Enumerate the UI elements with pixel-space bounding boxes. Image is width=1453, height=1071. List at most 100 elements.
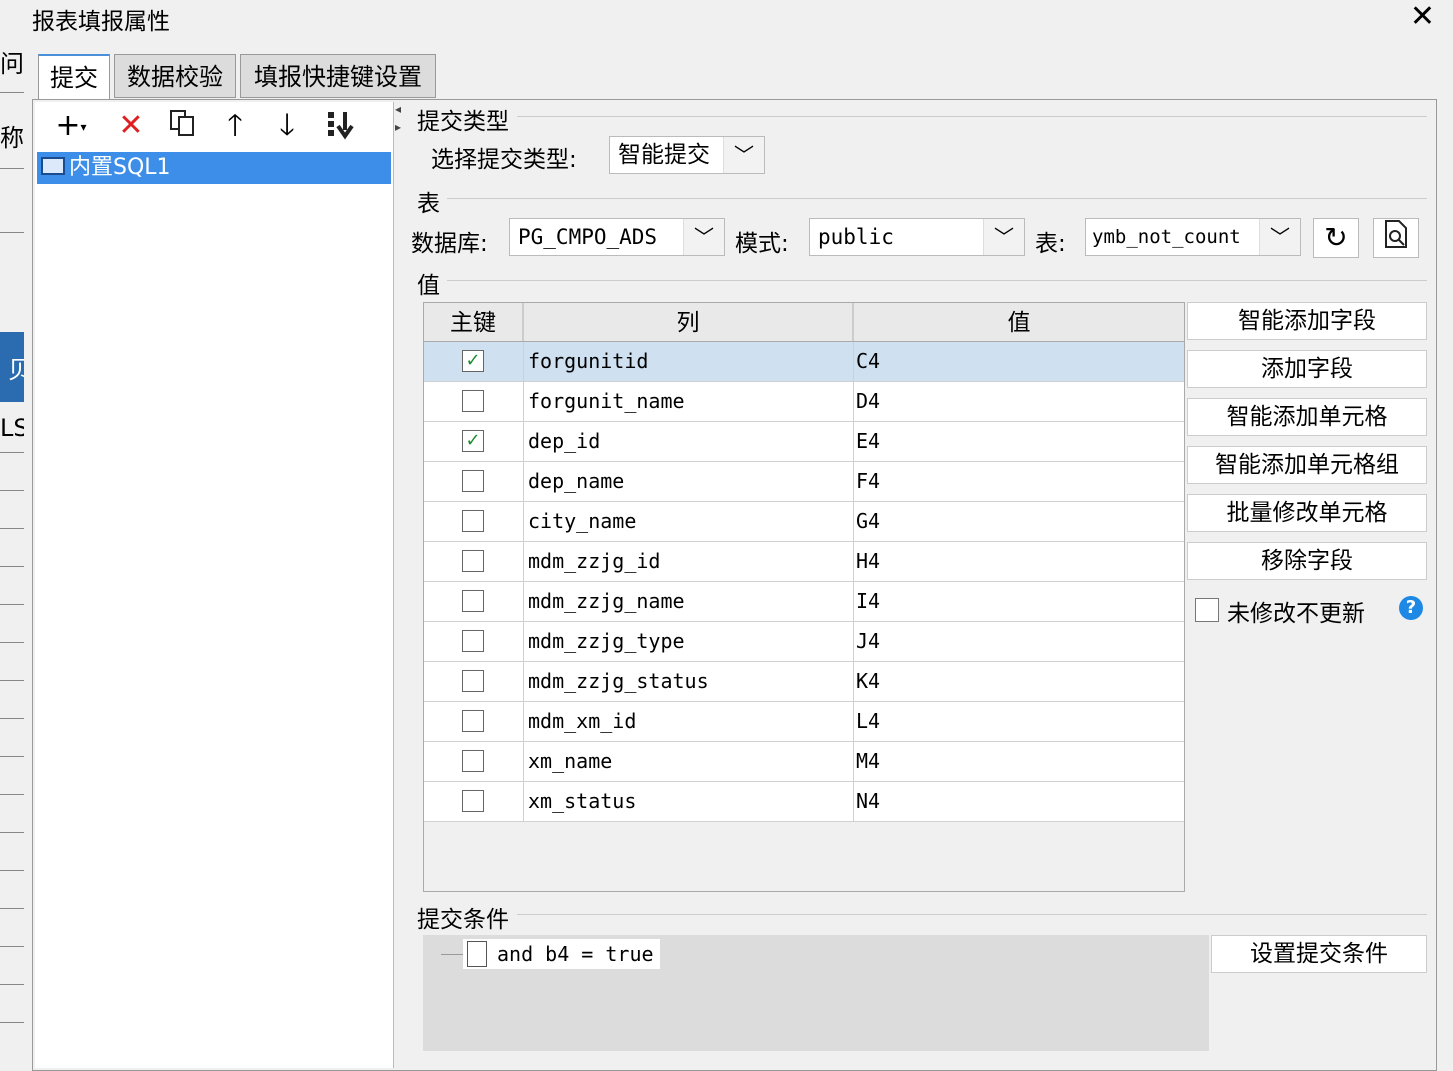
condition-text: and b4 = true — [497, 942, 654, 966]
value-cell[interactable]: C4 — [854, 342, 1184, 381]
primary-key-checkbox[interactable] — [462, 390, 484, 412]
bg-selected-cell: 贝 — [0, 332, 32, 402]
schema-select[interactable]: public ﹀ — [809, 218, 1025, 256]
table-row[interactable]: ✓ forgunitid C4 — [424, 342, 1184, 382]
move-down-icon[interactable]: 🡓 — [269, 108, 305, 144]
value-cell[interactable]: D4 — [854, 382, 1184, 421]
tab-submit[interactable]: 提交 — [38, 54, 110, 100]
primary-key-cell — [424, 742, 524, 781]
smart-add-cell-button[interactable]: 智能添加单元格 — [1187, 398, 1427, 436]
batch-modify-cells-button[interactable]: 批量修改单元格 — [1187, 494, 1427, 532]
preview-icon[interactable] — [1373, 218, 1419, 258]
value-cell[interactable]: J4 — [854, 622, 1184, 661]
remove-field-button[interactable]: 移除字段 — [1187, 542, 1427, 580]
dialog-title: 报表填报属性 — [32, 9, 170, 35]
pane-splitter[interactable]: ◂ ▸ — [395, 100, 405, 140]
primary-key-cell: ✓ — [424, 422, 524, 461]
tab-shortcut-settings[interactable]: 填报快捷键设置 — [240, 54, 436, 98]
value-cell[interactable]: E4 — [854, 422, 1184, 461]
schema-value: public — [818, 225, 894, 249]
column-header-primary-key[interactable]: 主键 — [424, 303, 524, 341]
primary-key-checkbox[interactable]: ✓ — [462, 430, 484, 452]
table-row[interactable]: ✓ dep_id E4 — [424, 422, 1184, 462]
delete-icon[interactable]: ✕ — [113, 108, 149, 144]
move-bottom-icon[interactable] — [323, 108, 359, 144]
value-cell[interactable]: L4 — [854, 702, 1184, 741]
primary-key-cell — [424, 782, 524, 821]
primary-key-checkbox[interactable] — [462, 710, 484, 732]
submit-type-select[interactable]: 智能提交 ﹀ — [609, 136, 765, 174]
submit-type-section-label: 提交类型 — [417, 109, 509, 135]
tree-item-builtin-sql1[interactable]: 内置SQL1 — [37, 152, 391, 184]
column-name-cell[interactable]: city_name — [524, 502, 854, 541]
table-row[interactable]: xm_status N4 — [424, 782, 1184, 822]
column-name-cell[interactable]: xm_status — [524, 782, 854, 821]
primary-key-checkbox[interactable] — [462, 510, 484, 532]
primary-key-checkbox[interactable] — [462, 790, 484, 812]
table-select[interactable]: ymb_not_count ﹀ — [1085, 218, 1301, 256]
table-row[interactable]: mdm_xm_id L4 — [424, 702, 1184, 742]
column-name-cell[interactable]: xm_name — [524, 742, 854, 781]
column-name-cell[interactable]: dep_id — [524, 422, 854, 461]
primary-key-checkbox[interactable] — [462, 630, 484, 652]
table-row[interactable]: xm_name M4 — [424, 742, 1184, 782]
tab-data-validation[interactable]: 数据校验 — [114, 54, 236, 98]
primary-key-cell — [424, 542, 524, 581]
column-header-column[interactable]: 列 — [524, 303, 854, 341]
refresh-icon[interactable]: ↻ — [1313, 218, 1359, 258]
add-field-button[interactable]: 添加字段 — [1187, 350, 1427, 388]
value-cell[interactable]: K4 — [854, 662, 1184, 701]
column-name-cell[interactable]: forgunit_name — [524, 382, 854, 421]
list-toolbar: +▾ ✕ 🡑 🡓 — [35, 102, 393, 152]
chevron-down-icon: ﹀ — [983, 219, 1024, 255]
table-section-label: 表 — [417, 191, 440, 217]
copy-icon[interactable] — [165, 108, 201, 144]
primary-key-checkbox[interactable] — [462, 750, 484, 772]
primary-key-checkbox[interactable] — [462, 470, 484, 492]
submit-type-label: 选择提交类型: — [431, 147, 577, 173]
table-value: ymb_not_count — [1092, 226, 1241, 248]
no-update-unchanged-checkbox[interactable] — [1195, 598, 1219, 622]
primary-key-cell — [424, 702, 524, 741]
column-name-cell[interactable]: dep_name — [524, 462, 854, 501]
move-up-icon[interactable]: 🡑 — [217, 108, 253, 144]
table-row[interactable]: mdm_zzjg_status K4 — [424, 662, 1184, 702]
help-icon[interactable]: ? — [1399, 596, 1423, 620]
value-cell[interactable]: F4 — [854, 462, 1184, 501]
value-cell[interactable]: H4 — [854, 542, 1184, 581]
column-name-cell[interactable]: mdm_zzjg_id — [524, 542, 854, 581]
add-icon[interactable]: +▾ — [47, 108, 95, 144]
table-row[interactable]: forgunit_name D4 — [424, 382, 1184, 422]
column-name-cell[interactable]: mdm_zzjg_status — [524, 662, 854, 701]
column-name-cell[interactable]: mdm_zzjg_name — [524, 582, 854, 621]
submit-settings-pane: 提交类型 选择提交类型: 智能提交 ﹀ 表 数据库: PG_CMPO_ADS ﹀… — [411, 100, 1433, 1070]
table-row[interactable]: city_name G4 — [424, 502, 1184, 542]
value-cell[interactable]: N4 — [854, 782, 1184, 821]
column-name-cell[interactable]: forgunitid — [524, 342, 854, 381]
value-cell[interactable]: G4 — [854, 502, 1184, 541]
database-select[interactable]: PG_CMPO_ADS ﹀ — [509, 218, 725, 256]
table-row[interactable]: mdm_zzjg_id H4 — [424, 542, 1184, 582]
value-cell[interactable]: M4 — [854, 742, 1184, 781]
condition-item[interactable]: and b4 = true — [463, 939, 660, 969]
smart-add-cell-group-button[interactable]: 智能添加单元格组 — [1187, 446, 1427, 484]
table-row[interactable]: mdm_zzjg_type J4 — [424, 622, 1184, 662]
table-row[interactable]: mdm_zzjg_name I4 — [424, 582, 1184, 622]
sql-list-pane: +▾ ✕ 🡑 🡓 内置SQL1 — [35, 102, 394, 1068]
value-cell[interactable]: I4 — [854, 582, 1184, 621]
database-label: 数据库: — [411, 231, 488, 257]
database-value: PG_CMPO_ADS — [518, 225, 658, 249]
smart-add-fields-button[interactable]: 智能添加字段 — [1187, 302, 1427, 340]
schema-label: 模式: — [735, 231, 789, 257]
primary-key-checkbox[interactable] — [462, 670, 484, 692]
table-row[interactable]: dep_name F4 — [424, 462, 1184, 502]
column-name-cell[interactable]: mdm_xm_id — [524, 702, 854, 741]
close-icon[interactable]: ✕ — [1410, 0, 1435, 34]
column-name-cell[interactable]: mdm_zzjg_type — [524, 622, 854, 661]
primary-key-checkbox[interactable] — [462, 550, 484, 572]
primary-key-checkbox[interactable] — [462, 590, 484, 612]
primary-key-checkbox[interactable]: ✓ — [462, 350, 484, 372]
set-submit-condition-button[interactable]: 设置提交条件 — [1211, 935, 1427, 973]
primary-key-cell — [424, 582, 524, 621]
column-header-value[interactable]: 值 — [854, 303, 1184, 341]
